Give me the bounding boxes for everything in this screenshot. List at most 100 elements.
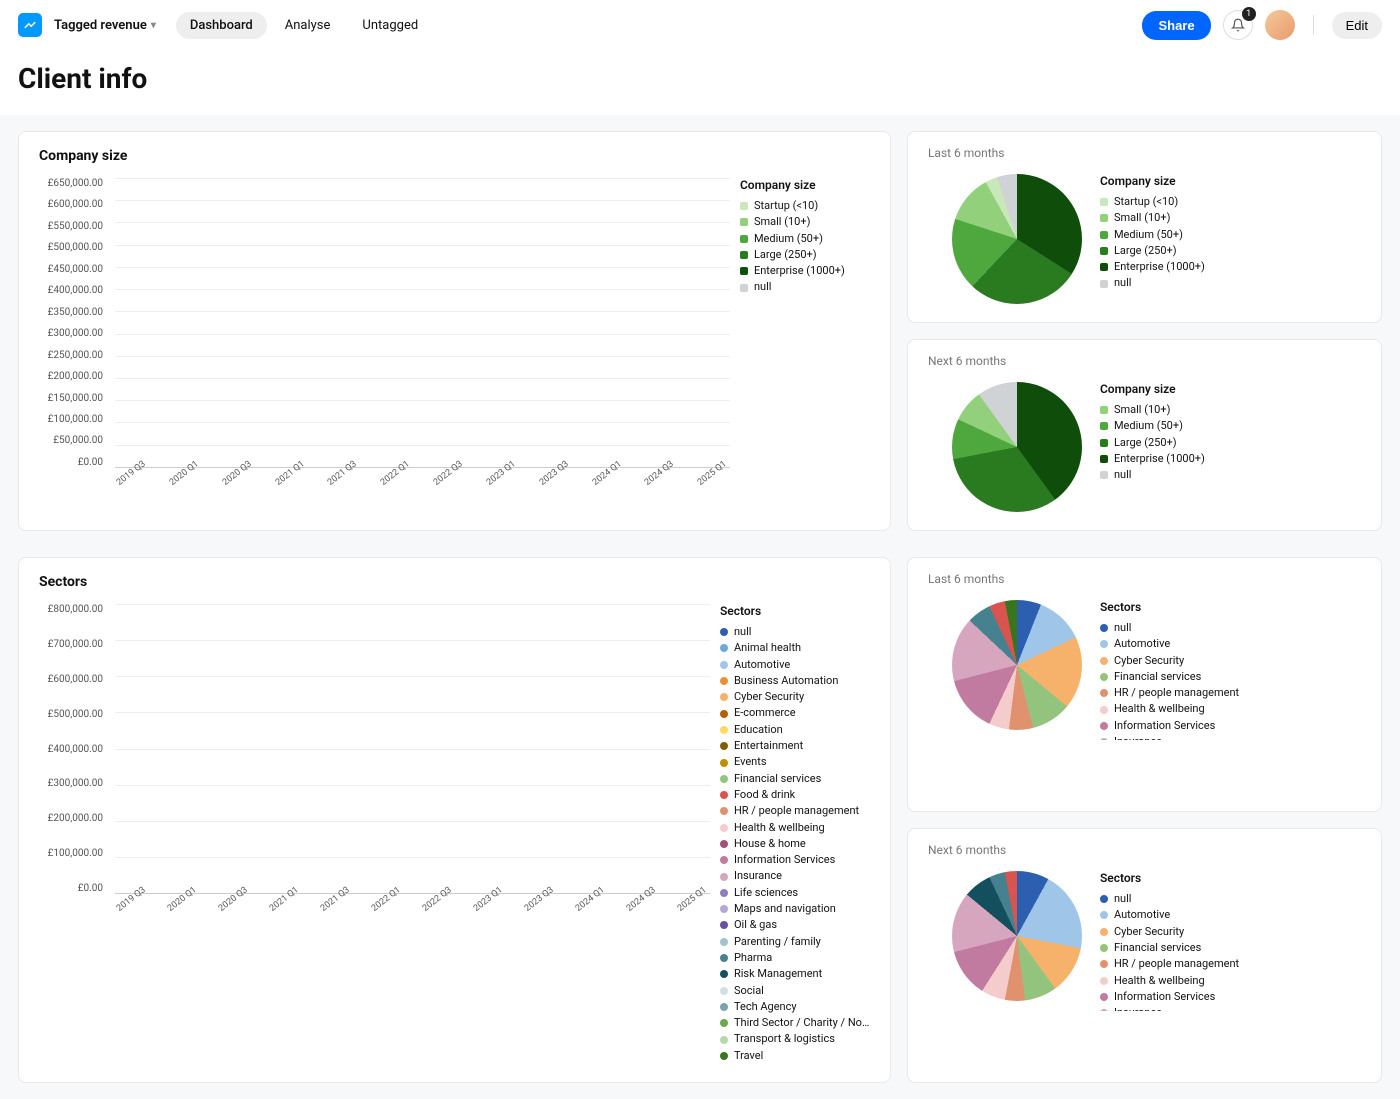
legend-item[interactable]: null bbox=[1100, 275, 1367, 291]
row-company-size: Company size £650,000.00£600,000.00£550,… bbox=[18, 131, 1382, 531]
legend-item[interactable]: HR / people management bbox=[1100, 685, 1367, 701]
legend-item[interactable]: Oil & gas bbox=[720, 917, 880, 933]
notification-badge: 1 bbox=[1242, 7, 1256, 21]
legend-item[interactable]: Animal health bbox=[720, 640, 880, 656]
legend-item[interactable]: null bbox=[1100, 467, 1367, 483]
share-button[interactable]: Share bbox=[1142, 11, 1210, 40]
tab-analyse[interactable]: Analyse bbox=[271, 12, 345, 39]
legend-item[interactable]: Risk Management bbox=[720, 966, 880, 982]
legend-item[interactable]: Cyber Security bbox=[720, 689, 880, 705]
legend-item[interactable]: Food & drink bbox=[720, 787, 880, 803]
chart-title: Sectors bbox=[19, 558, 890, 600]
legend-item[interactable]: Information Services bbox=[720, 852, 880, 868]
legend-item[interactable]: Education bbox=[720, 722, 880, 738]
app-icon[interactable] bbox=[18, 13, 42, 37]
legend-item[interactable]: HR / people management bbox=[720, 803, 880, 819]
tab-dashboard[interactable]: Dashboard bbox=[176, 12, 267, 39]
legend-item[interactable]: Financial services bbox=[1100, 669, 1367, 685]
legend-item[interactable]: null bbox=[740, 279, 880, 295]
pie-chart[interactable] bbox=[952, 382, 1082, 512]
legend-item[interactable]: Insurance bbox=[1100, 1005, 1367, 1011]
legend-item[interactable]: Health & wellbeing bbox=[1100, 701, 1367, 717]
card-company-size-bar: Company size £650,000.00£600,000.00£550,… bbox=[18, 131, 891, 531]
legend-item[interactable]: Information Services bbox=[1100, 989, 1367, 1005]
legend: Company sizeStartup (<10)Small (10+)Medi… bbox=[1100, 174, 1367, 292]
breadcrumb-label: Tagged revenue bbox=[54, 18, 147, 33]
legend-item[interactable]: Maps and navigation bbox=[720, 901, 880, 917]
legend-item[interactable]: Enterprise (1000+) bbox=[1100, 451, 1367, 467]
legend-item[interactable]: Third Sector / Charity / No… bbox=[720, 1015, 880, 1031]
legend-item[interactable]: Small (10+) bbox=[1100, 402, 1367, 418]
legend-item[interactable]: Financial services bbox=[1100, 940, 1367, 956]
pie-chart[interactable] bbox=[952, 871, 1082, 1001]
card-company-size-pie-next6: Next 6 months Company sizeSmall (10+)Med… bbox=[907, 339, 1382, 531]
legend-item[interactable]: Health & wellbeing bbox=[1100, 973, 1367, 989]
legend: Company sizeSmall (10+)Medium (50+)Large… bbox=[1100, 382, 1367, 483]
legend-item[interactable]: Financial services bbox=[720, 771, 880, 787]
legend-company-size: Company sizeStartup (<10)Small (10+)Medi… bbox=[740, 178, 880, 498]
legend-item[interactable]: Small (10+) bbox=[1100, 210, 1367, 226]
chevron-down-icon: ▾ bbox=[151, 20, 156, 31]
avatar[interactable] bbox=[1265, 10, 1295, 40]
legend-item[interactable]: Information Services bbox=[1100, 718, 1367, 734]
legend-item[interactable]: Automotive bbox=[1100, 907, 1367, 923]
page-title: Client info bbox=[0, 50, 1400, 115]
legend-item[interactable]: Medium (50+) bbox=[1100, 418, 1367, 434]
chart-title: Company size bbox=[19, 132, 890, 174]
legend-item[interactable]: Large (250+) bbox=[1100, 435, 1367, 451]
legend-item[interactable]: Life sciences bbox=[720, 885, 880, 901]
card-sectors-bar: Sectors £800,000.00£700,000.00£600,000.0… bbox=[18, 557, 891, 1083]
legend-sectors: SectorsnullAnimal healthAutomotiveBusine… bbox=[720, 604, 880, 1064]
chart-title: Last 6 months bbox=[908, 558, 1381, 594]
legend-item[interactable]: Medium (50+) bbox=[1100, 227, 1367, 243]
legend-item[interactable]: Social bbox=[720, 983, 880, 999]
notifications-button[interactable]: 1 bbox=[1223, 10, 1253, 40]
legend-item[interactable]: HR / people management bbox=[1100, 956, 1367, 972]
legend-item[interactable]: Insurance bbox=[720, 868, 880, 884]
legend-item[interactable]: null bbox=[720, 624, 880, 640]
legend-item[interactable]: Enterprise (1000+) bbox=[740, 263, 880, 279]
legend-item[interactable]: Medium (50+) bbox=[740, 231, 880, 247]
legend-item[interactable]: Large (250+) bbox=[1100, 243, 1367, 259]
legend-item[interactable]: Cyber Security bbox=[1100, 653, 1367, 669]
card-sectors-pie-next6: Next 6 months SectorsnullAutomotiveCyber… bbox=[907, 828, 1382, 1083]
legend-item[interactable]: Startup (<10) bbox=[740, 198, 880, 214]
legend-item[interactable]: Pharma bbox=[720, 950, 880, 966]
legend-item[interactable]: Cyber Security bbox=[1100, 924, 1367, 940]
legend-item[interactable]: null bbox=[1100, 620, 1367, 636]
chart-title: Next 6 months bbox=[908, 829, 1381, 865]
chart-title: Last 6 months bbox=[908, 132, 1381, 168]
bar-chart-company-size[interactable]: £650,000.00£600,000.00£550,000.00£500,00… bbox=[35, 178, 730, 498]
legend-item[interactable]: Automotive bbox=[720, 657, 880, 673]
legend-item[interactable]: E-commerce bbox=[720, 705, 880, 721]
legend-item[interactable]: Events bbox=[720, 754, 880, 770]
legend-item[interactable]: House & home bbox=[720, 836, 880, 852]
legend: SectorsnullAutomotiveCyber SecurityFinan… bbox=[1100, 600, 1367, 740]
legend-item[interactable]: Travel bbox=[720, 1048, 880, 1064]
legend-item[interactable]: Health & wellbeing bbox=[720, 820, 880, 836]
pie-chart[interactable] bbox=[952, 600, 1082, 730]
bar-chart-sectors[interactable]: £800,000.00£700,000.00£600,000.00£500,00… bbox=[35, 604, 710, 924]
legend-item[interactable]: Business Automation bbox=[720, 673, 880, 689]
breadcrumb[interactable]: Tagged revenue ▾ bbox=[54, 18, 156, 33]
legend-item[interactable]: null bbox=[1100, 891, 1367, 907]
legend-item[interactable]: Large (250+) bbox=[740, 247, 880, 263]
legend-item[interactable]: Enterprise (1000+) bbox=[1100, 259, 1367, 275]
legend-item[interactable]: Small (10+) bbox=[740, 214, 880, 230]
card-company-size-pie-last6: Last 6 months Company sizeStartup (<10)S… bbox=[907, 131, 1382, 323]
legend-item[interactable]: Tech Agency bbox=[720, 999, 880, 1015]
card-sectors-pie-last6: Last 6 months SectorsnullAutomotiveCyber… bbox=[907, 557, 1382, 812]
legend: SectorsnullAutomotiveCyber SecurityFinan… bbox=[1100, 871, 1367, 1011]
tabs: Dashboard Analyse Untagged bbox=[176, 12, 432, 39]
legend-item[interactable]: Automotive bbox=[1100, 636, 1367, 652]
legend-item[interactable]: Entertainment bbox=[720, 738, 880, 754]
divider bbox=[1313, 15, 1314, 35]
legend-item[interactable]: Transport & logistics bbox=[720, 1031, 880, 1047]
legend-item[interactable]: Insurance bbox=[1100, 734, 1367, 740]
legend-item[interactable]: Parenting / family bbox=[720, 934, 880, 950]
tab-untagged[interactable]: Untagged bbox=[348, 12, 432, 39]
legend-item[interactable]: Startup (<10) bbox=[1100, 194, 1367, 210]
edit-button[interactable]: Edit bbox=[1332, 12, 1382, 39]
pie-chart[interactable] bbox=[952, 174, 1082, 304]
topbar: Tagged revenue ▾ Dashboard Analyse Untag… bbox=[0, 0, 1400, 50]
